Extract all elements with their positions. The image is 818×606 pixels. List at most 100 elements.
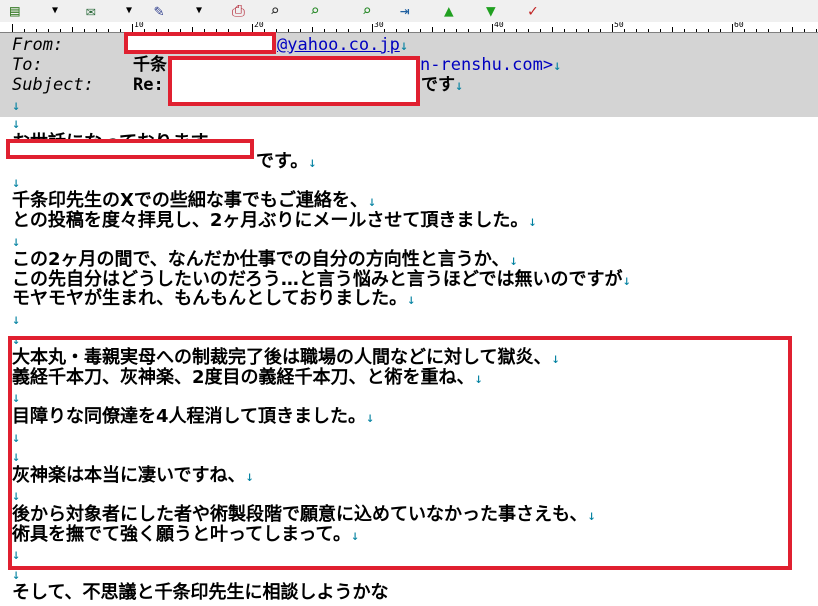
body-line-text: 目障りな同僚達を4人程消して頂きました。: [12, 406, 366, 427]
ruler-tick: [576, 29, 577, 32]
body-line: 術具を撫でて強く願うと叶ってしまって。↓: [12, 524, 359, 545]
dropdown-1[interactable]: ▼: [52, 1, 58, 21]
ruler-tick: [720, 29, 721, 32]
reply-icon[interactable]: ✎: [154, 1, 164, 21]
ruler-tick: [528, 29, 529, 32]
dropdown-2[interactable]: ▼: [126, 1, 132, 21]
ruler-tick: [72, 27, 73, 32]
body-line-text: この先自分はどうしたいのだろう…と言う悩みと言うほどでは無いのですが: [12, 268, 623, 290]
ruler-tick: [84, 29, 85, 32]
ruler-tick: [804, 29, 805, 32]
body-line-text: 灰神楽は本当に凄いですね、: [12, 464, 246, 486]
ruler-tick: [300, 29, 301, 32]
column-ruler: 10 20 30 40 50 60: [0, 22, 818, 33]
find-next-icon[interactable]: ⌕: [310, 1, 320, 21]
body-line: 後から対象者にした者や術製段階で願意に込めていなかった事さえも、↓: [12, 504, 596, 525]
ruler-number: 40: [494, 22, 504, 29]
ruler-tick: [660, 29, 661, 32]
ruler-tick: [564, 29, 565, 32]
line-feed-mark: ↓: [12, 429, 21, 446]
body-line: ↓: [12, 171, 20, 192]
ruler-number: 60: [734, 22, 744, 29]
body-line: ↓: [12, 445, 20, 466]
line-feed-mark: ↓: [12, 566, 21, 583]
ruler-tick: [708, 29, 709, 32]
ruler-tick: [108, 29, 109, 32]
line-feed-mark: ↓: [509, 253, 518, 270]
body-line: 灰神楽は本当に凄いですね、↓: [12, 465, 254, 486]
line-feed-mark: ↓: [12, 449, 21, 466]
line-feed-mark: ↓: [553, 58, 562, 74]
body-line: ↓: [12, 543, 20, 564]
body-line: です。↓: [256, 151, 317, 172]
redaction-box-subject: [168, 56, 420, 106]
body-line: ↓: [12, 308, 20, 329]
ruler-tick: [756, 29, 757, 32]
ruler-tick: [816, 29, 817, 32]
body-line: 大本丸・毒親実母への制裁完了後は職場の人間などに対して獄炎、↓: [12, 347, 560, 368]
ruler-tick: [60, 29, 61, 32]
body-line-text: 義経千本刀、灰神楽、2度目の義経千本刀、と術を重ね、: [12, 366, 475, 388]
body-line: 千条印先生のXでの些細な事でもご連絡を、↓: [12, 190, 376, 211]
ruler-tick: [600, 29, 601, 32]
body-line: 目障りな同僚達を4人程消して頂きました。↓: [12, 406, 374, 427]
subject-label: Subject:: [12, 75, 94, 95]
dropdown-3[interactable]: ▼: [196, 1, 202, 21]
body-line-text: この2ヶ月の間で、なんだか仕事での自分の方向性と言うか、: [12, 249, 510, 271]
move-icon[interactable]: ⇥: [400, 1, 410, 21]
check-icon[interactable]: ✓: [528, 1, 538, 21]
line-feed-mark: ↓: [12, 331, 21, 348]
ruler-tick: [288, 29, 289, 32]
line-feed-mark: ↓: [350, 527, 360, 544]
ruler-tick: [636, 29, 637, 32]
print-icon[interactable]: ⎙: [232, 1, 245, 21]
find-prev-icon[interactable]: ⌕: [362, 1, 372, 21]
message-body[interactable]: ↓お世話になっております。↓です。↓↓千条印先生のXでの些細な事でもご連絡を、↓…: [0, 117, 818, 606]
to-prefix: 千条: [133, 55, 167, 75]
ruler-tick: [336, 29, 337, 32]
ruler-tick: [516, 29, 517, 32]
from-domain[interactable]: @yahoo.co.jp: [277, 35, 400, 55]
line-feed-mark: ↓: [12, 117, 21, 132]
ruler-tick: [792, 27, 793, 32]
line-feed-mark: ↓: [12, 312, 21, 328]
ruler-tick: [504, 29, 505, 32]
ruler-tick: [36, 29, 37, 32]
body-line: ↓: [12, 426, 20, 447]
body-line-text: 大本丸・毒親実母への制裁完了後は職場の人間などに対して獄炎、: [12, 347, 552, 369]
ruler-tick: [24, 29, 25, 32]
from-address[interactable]: @yahoo.co.jp↓: [277, 35, 408, 56]
ruler-tick: [696, 29, 697, 32]
search-icon[interactable]: ⌕: [270, 1, 280, 21]
to-domain[interactable]: n-renshu.com>: [420, 55, 553, 75]
ruler-tick: [684, 29, 685, 32]
mailbox-icon[interactable]: ▤: [10, 1, 20, 21]
ruler-tick: [768, 29, 769, 32]
ruler-tick: [312, 27, 313, 32]
ruler-tick: [456, 29, 457, 32]
ruler-tick: [276, 29, 277, 32]
up-icon[interactable]: ▲: [444, 1, 454, 21]
ruler-tick: [552, 27, 553, 32]
ruler-tick: [12, 24, 13, 32]
compose-icon[interactable]: ✉: [86, 1, 96, 21]
down-icon[interactable]: ▼: [486, 1, 496, 21]
to-address[interactable]: n-renshu.com>↓: [420, 55, 562, 76]
body-line-text: との投稿を度々拝見し、2ヶ月ぶりにメールさせて頂きました。: [12, 210, 529, 231]
line-feed-mark: ↓: [551, 351, 560, 368]
ruler-tick: [372, 24, 373, 32]
body-line: この先自分はどうしたいのだろう…と言う悩みと言うほどでは無いのですが↓: [12, 269, 631, 290]
line-feed-mark: ↓: [587, 508, 596, 524]
body-line: ↓: [12, 484, 20, 505]
ruler-tick: [672, 27, 673, 32]
body-line: そして、不思議と千条印先生に相談しようかな: [12, 582, 389, 603]
body-line-text: 千条印先生のXでの些細な事でもご連絡を、: [12, 190, 368, 212]
ruler-tick: [432, 27, 433, 32]
ruler-tick: [444, 29, 445, 32]
ruler-number: 50: [614, 22, 624, 29]
line-feed-mark: ↓: [528, 214, 537, 230]
ruler-tick: [96, 29, 97, 32]
redaction-box-from: [124, 32, 276, 54]
ruler-number: 30: [374, 22, 384, 29]
line-feed-mark: ↓: [455, 78, 464, 94]
